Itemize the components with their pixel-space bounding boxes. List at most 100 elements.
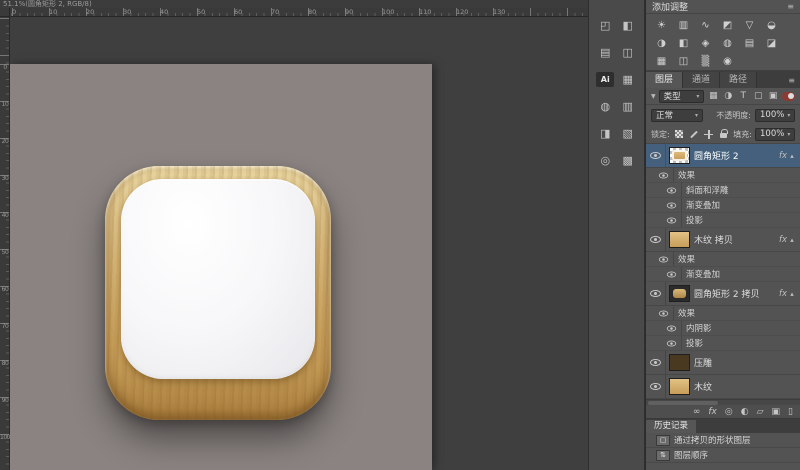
- brightness-contrast-icon[interactable]: ☀: [653, 18, 670, 32]
- layer-row-rounded-rectangle-2-copy[interactable]: 圆角矩形 2 拷贝 fx: [646, 282, 800, 306]
- exposure-icon[interactable]: ◩: [719, 18, 736, 32]
- layer-thumbnail[interactable]: [669, 231, 690, 248]
- link-layers-icon[interactable]: ∞: [693, 405, 701, 419]
- tab-paths[interactable]: 路径: [720, 72, 757, 88]
- lock-position-icon[interactable]: [703, 128, 715, 140]
- layer-styles-icon[interactable]: fx: [708, 405, 717, 419]
- visibility-toggle[interactable]: [654, 306, 674, 320]
- panel-menu-icon[interactable]: [787, 2, 794, 11]
- collapsed-panel-icon[interactable]: ◧: [619, 18, 637, 33]
- levels-icon[interactable]: ▥: [675, 18, 692, 32]
- tab-layers[interactable]: 图层: [646, 72, 683, 88]
- panel-menu-icon[interactable]: [788, 76, 795, 85]
- black-white-icon[interactable]: ◧: [675, 36, 692, 50]
- layer-thumbnail[interactable]: [669, 378, 690, 395]
- posterize-icon[interactable]: ▦: [653, 54, 670, 68]
- visibility-toggle[interactable]: [662, 267, 682, 281]
- filter-shape-layers-icon[interactable]: ▢: [752, 91, 764, 101]
- collapsed-panel-icon[interactable]: ▦: [619, 72, 637, 87]
- invert-icon[interactable]: ◪: [763, 36, 780, 50]
- layer-thumbnail[interactable]: [669, 147, 690, 164]
- layer-row-rounded-rectangle-2[interactable]: 圆角矩形 2 fx: [646, 144, 800, 168]
- new-adjustment-layer-icon[interactable]: ◐: [741, 405, 749, 419]
- channel-mixer-icon[interactable]: ◍: [719, 36, 736, 50]
- effect-name[interactable]: 渐变叠加: [686, 199, 720, 211]
- history-item[interactable]: ⇅ 图层顺序: [646, 448, 800, 463]
- lock-all-icon[interactable]: [718, 128, 730, 140]
- history-state-label[interactable]: 图层顺序: [674, 449, 708, 461]
- history-state-label[interactable]: 通过拷贝的形状图层: [674, 434, 751, 446]
- fx-badge[interactable]: fx: [779, 235, 787, 245]
- effects-row[interactable]: 效果: [646, 252, 800, 267]
- collapsed-panel-icon[interactable]: ◎: [596, 153, 614, 168]
- layer-name[interactable]: 圆角矩形 2 拷贝: [694, 287, 759, 300]
- visibility-toggle[interactable]: [662, 198, 682, 212]
- filter-type-layers-icon[interactable]: T: [737, 91, 749, 101]
- tab-history[interactable]: 历史记录: [646, 420, 696, 433]
- layer-thumbnail[interactable]: [669, 354, 690, 371]
- color-lookup-icon[interactable]: ▤: [741, 36, 758, 50]
- effect-name[interactable]: 投影: [686, 337, 703, 349]
- effect-row-gradient-overlay[interactable]: 渐变叠加: [646, 198, 800, 213]
- fill-dropdown[interactable]: 100%: [755, 128, 795, 141]
- layer-row-emboss[interactable]: 压雕: [646, 351, 800, 375]
- effects-row[interactable]: 效果: [646, 168, 800, 183]
- scrollbar-thumb[interactable]: [648, 401, 718, 405]
- layer-row-wood-copy[interactable]: 木纹 拷贝 fx: [646, 228, 800, 252]
- fx-collapse-arrow-icon[interactable]: [787, 236, 797, 244]
- visibility-toggle[interactable]: [654, 252, 674, 266]
- delete-layer-icon[interactable]: ▯: [788, 405, 793, 419]
- visibility-toggle[interactable]: [646, 144, 666, 167]
- visibility-toggle[interactable]: [662, 336, 682, 350]
- layer-thumbnail[interactable]: [669, 285, 690, 302]
- filter-kind-dropdown[interactable]: 类型: [659, 90, 705, 103]
- add-layer-mask-icon[interactable]: ◎: [725, 405, 733, 419]
- tab-channels[interactable]: 通道: [683, 72, 720, 88]
- visibility-toggle[interactable]: [654, 168, 674, 182]
- new-layer-icon[interactable]: ▣: [772, 405, 781, 419]
- visibility-toggle[interactable]: [646, 282, 666, 305]
- layer-name[interactable]: 压雕: [694, 356, 712, 369]
- effects-row[interactable]: 效果: [646, 306, 800, 321]
- filter-toggle-switch[interactable]: [782, 92, 795, 101]
- layer-row-wood[interactable]: 木纹: [646, 375, 800, 399]
- collapsed-panel-icon[interactable]: ◨: [596, 126, 614, 141]
- collapsed-panel-icon[interactable]: ◍: [596, 99, 614, 114]
- visibility-toggle[interactable]: [662, 321, 682, 335]
- filter-smart-objects-icon[interactable]: ▣: [767, 91, 779, 101]
- filter-adjustment-layers-icon[interactable]: ◑: [722, 91, 734, 101]
- new-group-icon[interactable]: ▱: [757, 405, 764, 419]
- collapsed-panel-icon[interactable]: ▤: [596, 45, 614, 60]
- effect-name[interactable]: 斜面和浮雕: [686, 184, 729, 196]
- layer-name[interactable]: 木纹: [694, 380, 712, 393]
- fx-badge[interactable]: fx: [779, 289, 787, 299]
- lock-pixels-icon[interactable]: [688, 128, 700, 140]
- filter-pixel-layers-icon[interactable]: ▦: [707, 91, 719, 101]
- effect-name[interactable]: 投影: [686, 214, 703, 226]
- color-balance-icon[interactable]: ◑: [653, 36, 670, 50]
- effect-row-gradient-overlay[interactable]: 渐变叠加: [646, 267, 800, 282]
- collapsed-panel-icon[interactable]: ◰: [596, 18, 614, 33]
- opacity-dropdown[interactable]: 100%: [755, 109, 795, 122]
- visibility-toggle[interactable]: [646, 375, 666, 398]
- visibility-toggle[interactable]: [646, 228, 666, 251]
- visibility-toggle[interactable]: [646, 351, 666, 374]
- vertical-ruler[interactable]: 0 10 20 30 40 50 60 70 80 90 100: [0, 17, 10, 470]
- gradient-map-icon[interactable]: ▒: [697, 54, 714, 68]
- visibility-toggle[interactable]: [662, 213, 682, 227]
- vibrance-icon[interactable]: ▽: [741, 18, 758, 32]
- horizontal-ruler[interactable]: 0 10 20 30 40 50 60 70 80 90 100 110 120…: [10, 8, 588, 17]
- collapsed-panel-icon[interactable]: ◫: [619, 45, 637, 60]
- collapsed-panel-icon[interactable]: ▩: [619, 153, 637, 168]
- hue-saturation-icon[interactable]: ◒: [763, 18, 780, 32]
- threshold-icon[interactable]: ◫: [675, 54, 692, 68]
- history-item[interactable]: ▢ 通过拷贝的形状图层: [646, 433, 800, 448]
- visibility-toggle[interactable]: [662, 183, 682, 197]
- effect-name[interactable]: 内阴影: [686, 322, 712, 334]
- collapsed-panel-icon[interactable]: ▧: [619, 126, 637, 141]
- effect-row-drop-shadow[interactable]: 投影: [646, 336, 800, 351]
- layer-name[interactable]: 木纹 拷贝: [694, 233, 733, 246]
- lock-transparency-icon[interactable]: [673, 128, 685, 140]
- ai-panel-icon[interactable]: Ai: [596, 72, 614, 87]
- layers-horizontal-scrollbar[interactable]: [646, 399, 800, 405]
